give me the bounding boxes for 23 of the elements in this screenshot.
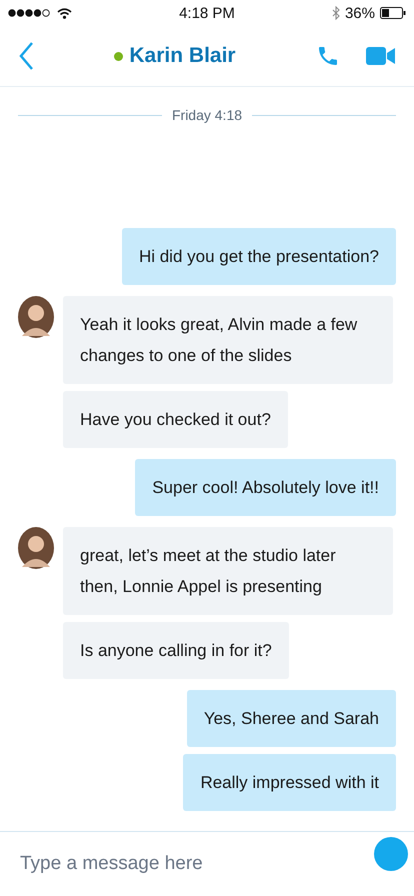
contact-name: Karin Blair bbox=[129, 44, 236, 68]
back-button[interactable] bbox=[18, 41, 34, 71]
wifi-icon bbox=[57, 8, 72, 18]
sent-message: Hi did you get the presentation? bbox=[122, 228, 396, 285]
signal-icon bbox=[8, 9, 52, 17]
received-message: great, let’s meet at the studio later then, Lonnie Appel is presenting bbox=[63, 527, 393, 615]
video-call-button[interactable] bbox=[366, 46, 396, 66]
battery-percent: 36% bbox=[344, 4, 375, 22]
battery-icon bbox=[380, 7, 406, 19]
sent-message: Yes, Sheree and Sarah bbox=[186, 690, 396, 747]
bluetooth-icon bbox=[332, 6, 340, 20]
avatar bbox=[18, 296, 54, 338]
call-button[interactable] bbox=[316, 44, 340, 68]
sent-message: Super cool! Absolutely love it!! bbox=[135, 459, 396, 516]
sent-message: Really impressed with it bbox=[183, 754, 396, 811]
date-divider: Friday 4:18 bbox=[172, 107, 242, 123]
avatar bbox=[18, 527, 54, 569]
received-message: Is anyone calling in for it? bbox=[63, 622, 289, 679]
received-message: Have you checked it out? bbox=[63, 391, 288, 448]
received-message: Yeah it looks great, Alvin made a few changes to one of the slides bbox=[63, 296, 393, 384]
message-input[interactable]: Type a message here bbox=[18, 852, 374, 876]
send-button[interactable] bbox=[374, 837, 408, 871]
status-time: 4:18 PM bbox=[179, 4, 235, 22]
